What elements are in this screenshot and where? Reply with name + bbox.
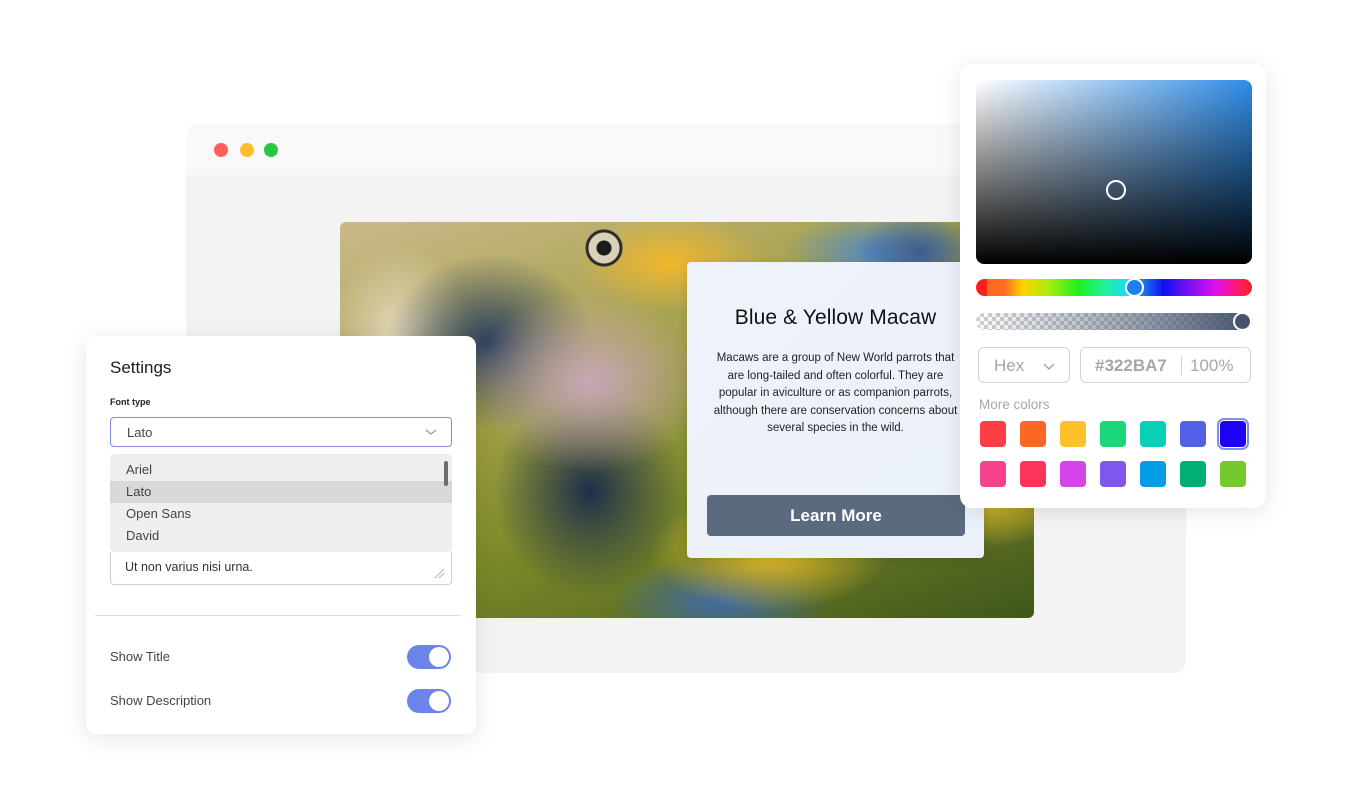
color-format-select[interactable]: Hex <box>978 347 1070 383</box>
more-colors-label: More colors <box>979 397 1050 412</box>
hue-slider[interactable] <box>976 278 1252 297</box>
info-card: Blue & Yellow Macaw Macaws are a group o… <box>687 262 984 558</box>
saturation-value-area[interactable] <box>976 80 1252 264</box>
color-swatch[interactable] <box>1020 461 1046 487</box>
chevron-down-icon <box>425 429 437 435</box>
color-swatch[interactable] <box>1020 421 1046 447</box>
hex-value: #322BA7 <box>1095 356 1167 375</box>
minimize-window-button[interactable] <box>240 143 254 157</box>
card-description: Macaws are a group of New World parrots … <box>713 352 958 434</box>
color-swatch[interactable] <box>1100 421 1126 447</box>
color-swatch[interactable] <box>1060 421 1086 447</box>
color-swatch[interactable] <box>980 461 1006 487</box>
color-swatch[interactable] <box>1100 461 1126 487</box>
opacity-slider-thumb[interactable] <box>1233 312 1252 331</box>
description-textarea[interactable]: Ut non varius nisi urna. <box>110 552 452 585</box>
font-type-value: Lato <box>127 425 153 440</box>
font-type-select[interactable]: Lato <box>110 417 452 447</box>
font-option[interactable]: Ariel <box>110 459 452 481</box>
hue-slider-thumb[interactable] <box>1125 278 1144 297</box>
close-window-button[interactable] <box>214 143 228 157</box>
alpha-value: 100% <box>1190 356 1234 375</box>
show-description-label: Show Description <box>110 693 212 708</box>
color-swatch-selected[interactable] <box>1217 418 1249 450</box>
hex-separator <box>1181 356 1182 375</box>
opacity-slider[interactable] <box>976 312 1252 331</box>
show-description-toggle[interactable] <box>407 689 451 713</box>
font-option[interactable]: Open Sans <box>110 503 452 525</box>
font-option[interactable]: David <box>110 525 452 547</box>
textarea-value: Ut non varius nisi urna. <box>125 560 253 574</box>
color-picker: Hex #322BA7 100% More colors <box>960 64 1266 508</box>
color-format-value: Hex <box>994 356 1025 375</box>
settings-divider <box>95 615 461 616</box>
chevron-down-icon <box>1043 363 1055 370</box>
font-options-list: Ariel Lato Open Sans David <box>110 454 452 552</box>
dropdown-scrollbar[interactable] <box>444 461 448 486</box>
color-swatch[interactable] <box>1180 421 1206 447</box>
maximize-window-button[interactable] <box>264 143 278 157</box>
settings-title: Settings <box>110 358 172 377</box>
color-swatch[interactable] <box>980 421 1006 447</box>
color-swatch[interactable] <box>1140 461 1166 487</box>
show-title-label: Show Title <box>110 649 170 664</box>
color-swatch[interactable] <box>1140 421 1166 447</box>
color-swatch[interactable] <box>1220 461 1246 487</box>
color-swatch[interactable] <box>1180 461 1206 487</box>
card-title: Blue & Yellow Macaw <box>734 306 937 329</box>
toggle-knob <box>429 647 449 667</box>
font-type-label: Font type <box>110 397 151 407</box>
macaw-eye <box>582 228 626 268</box>
toggle-knob <box>429 691 449 711</box>
font-option-selected[interactable]: Lato <box>110 481 452 503</box>
learn-more-button[interactable]: Learn More <box>707 495 965 536</box>
show-title-toggle[interactable] <box>407 645 451 669</box>
color-swatch[interactable] <box>1060 461 1086 487</box>
resize-handle-icon[interactable] <box>433 567 445 579</box>
hex-input[interactable]: #322BA7 100% <box>1080 347 1251 383</box>
settings-panel: Settings Font type Lato Ariel Lato Open … <box>86 336 476 734</box>
color-cursor[interactable] <box>1106 180 1126 200</box>
